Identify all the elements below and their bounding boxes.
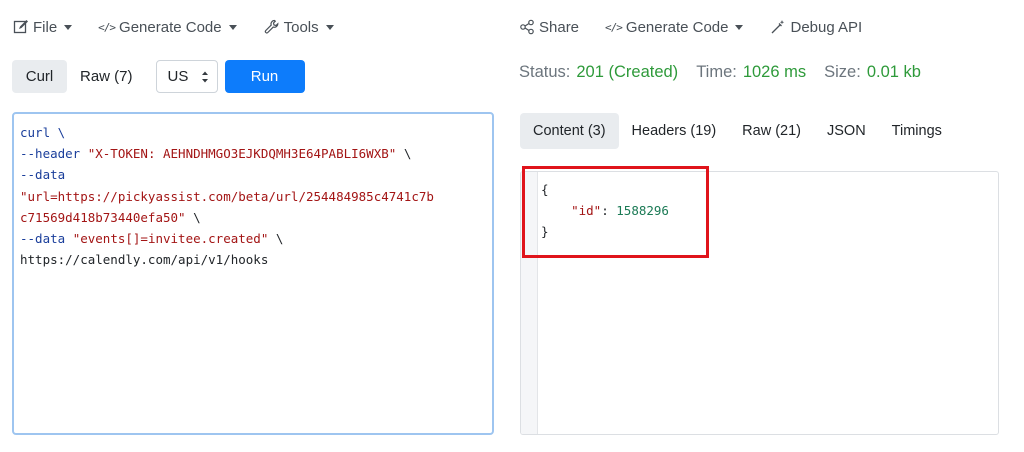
- time-label: Time:: [696, 62, 737, 81]
- code-token: c71569d418b73440efa50": [20, 209, 186, 225]
- response-tab[interactable]: Timings: [879, 113, 955, 149]
- code-token: curl \: [20, 125, 66, 140]
- response-tab[interactable]: Content (3): [520, 112, 619, 149]
- editor-line: curl \: [20, 122, 486, 143]
- chevron-down-icon: [325, 25, 334, 30]
- editor-line: https://calendly.com/api/v1/hooks: [20, 249, 486, 270]
- edit-icon: [12, 18, 30, 36]
- time-value: 1026 ms: [742, 62, 807, 81]
- editor-line: "url=https://pickyassist.com/beta/url/25…: [20, 186, 486, 207]
- generate-code-label: Generate Code: [119, 18, 222, 36]
- code-token: \: [185, 209, 201, 225]
- line-gutter: [521, 172, 538, 434]
- raw-tab[interactable]: Raw (7): [67, 60, 146, 93]
- response-tab[interactable]: Headers (19): [619, 113, 730, 149]
- size-label: Size:: [824, 62, 861, 81]
- response-status: Status: 201 (Created) Time: 1026 ms Size…: [519, 60, 939, 84]
- code-icon: </>: [605, 20, 623, 34]
- response-body[interactable]: { "id": 1588296 }: [520, 171, 999, 435]
- curl-tab[interactable]: Curl: [12, 60, 67, 93]
- share-label: Share: [539, 18, 580, 36]
- code-token: --data: [20, 231, 73, 247]
- select-arrows-icon: [201, 71, 208, 83]
- status-label: Status:: [519, 62, 571, 81]
- code-token: https://calendly.com/api/v1/hooks: [20, 252, 269, 268]
- request-controls: Curl Raw (7) US Run: [12, 60, 305, 93]
- editor-line: --data "events[]=invitee.created" \: [20, 228, 486, 249]
- code-token: --header: [20, 146, 88, 162]
- share-button[interactable]: Share: [518, 18, 579, 36]
- response-tab[interactable]: Raw (21): [729, 113, 814, 149]
- json-line: "id": 1588296: [541, 200, 669, 221]
- json-colon: :: [601, 203, 617, 218]
- code-token: \: [268, 231, 284, 247]
- run-button[interactable]: Run: [224, 60, 305, 93]
- region-select-value: US: [167, 68, 189, 85]
- code-icon: </>: [98, 20, 116, 34]
- chevron-down-icon: [735, 25, 744, 30]
- tools-label: Tools: [283, 18, 319, 36]
- generate-code-label: Generate Code: [625, 18, 729, 36]
- response-tabs: Content (3) Headers (19) Raw (21) JSON Timin…: [520, 112, 955, 149]
- status-value: 201 (Created): [576, 62, 679, 81]
- editor-line: c71569d418b73440efa50" \: [20, 207, 486, 228]
- magic-wand-icon: [769, 18, 787, 36]
- response-tab[interactable]: JSON: [814, 113, 879, 149]
- code-token: \: [396, 146, 412, 162]
- region-select[interactable]: US: [155, 60, 218, 93]
- left-toolbar: File </> Generate Code Tools: [12, 15, 360, 39]
- json-close-brace: }: [541, 224, 549, 239]
- wrench-icon: [263, 18, 281, 36]
- editor-line: --data: [20, 164, 486, 185]
- file-menu[interactable]: File: [12, 18, 73, 36]
- generate-code-menu[interactable]: </> Generate Code: [98, 18, 237, 36]
- code-token: "events[]=invitee.created": [72, 231, 269, 247]
- generate-code-menu-right[interactable]: </> Generate Code: [605, 18, 744, 36]
- right-toolbar: Share </> Generate Code Debug API: [518, 15, 888, 39]
- json-open-brace: {: [541, 182, 549, 197]
- json-key: "id": [571, 203, 602, 218]
- debug-api-label: Debug API: [790, 18, 863, 36]
- json-value: 1588296: [616, 203, 669, 218]
- file-menu-label: File: [33, 18, 58, 36]
- debug-api-button[interactable]: Debug API: [769, 18, 862, 36]
- response-json: { "id": 1588296 }: [541, 179, 669, 242]
- share-icon: [518, 18, 536, 36]
- code-token: "url=https://pickyassist.com/beta/url/25…: [20, 188, 434, 204]
- tools-menu[interactable]: Tools: [263, 18, 334, 36]
- size-value: 0.01 kb: [866, 62, 921, 81]
- code-token: --data: [20, 167, 66, 183]
- code-token: "X-TOKEN: AEHNDHMGO3EJKDQMH3E64PABLI6WXB…: [87, 146, 397, 162]
- editor-line: --header "X-TOKEN: AEHNDHMGO3EJKDQMH3E64…: [20, 143, 486, 164]
- chevron-down-icon: [228, 25, 237, 30]
- curl-editor[interactable]: curl \ --header "X-TOKEN: AEHNDHMGO3EJKDQ…: [12, 112, 494, 435]
- chevron-down-icon: [64, 25, 73, 30]
